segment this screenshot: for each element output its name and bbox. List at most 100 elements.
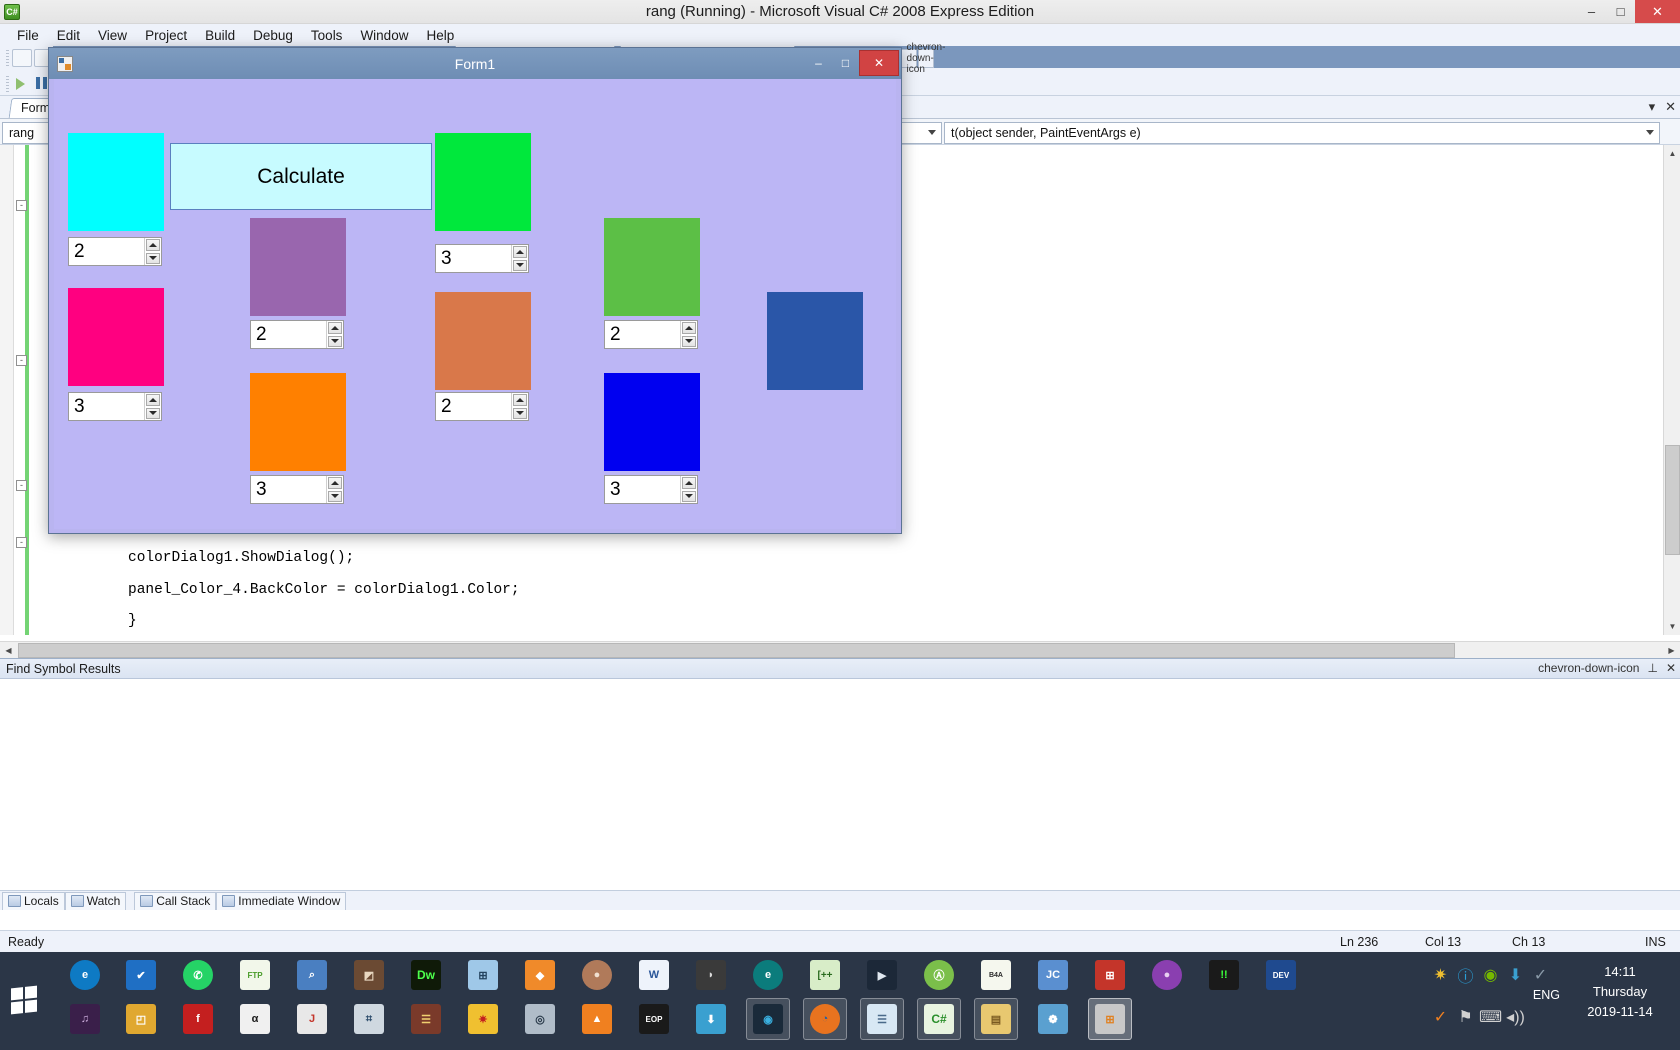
taskbar-android-studio[interactable]: Ⓐ xyxy=(920,956,958,994)
calculate-button[interactable]: Calculate xyxy=(170,143,432,210)
taskbar-cpp-editor[interactable]: [++ xyxy=(806,956,844,994)
taskbar-firefox[interactable]: ◔ xyxy=(803,998,847,1040)
taskbar-paint-app[interactable]: ❁ xyxy=(1034,1000,1072,1038)
taskbar-opera-mini[interactable]: ◗ xyxy=(692,956,730,994)
panel-purple[interactable] xyxy=(250,218,346,316)
taskbar-folder-stack[interactable]: ◰ xyxy=(122,1000,160,1038)
find-symbol-results-list[interactable] xyxy=(0,679,1680,911)
start-button[interactable] xyxy=(5,970,43,1030)
spinner-cyan-down-button[interactable] xyxy=(146,252,160,264)
spinner-magenta[interactable]: 3 xyxy=(68,392,162,421)
spinner-cyan-value[interactable]: 2 xyxy=(69,238,144,265)
tab-immediate-window[interactable]: Immediate Window xyxy=(216,891,347,910)
editor-vertical-scrollbar[interactable]: ▲ ▼ xyxy=(1663,145,1680,635)
spinner-lightgreen[interactable]: 2 xyxy=(604,320,698,349)
taskbar-dev-cpp[interactable]: DEV xyxy=(1262,956,1300,994)
menu-item-window[interactable]: Window xyxy=(351,26,417,45)
menu-item-debug[interactable]: Debug xyxy=(244,26,302,45)
taskbar-music-player[interactable]: ♫ xyxy=(66,1000,104,1038)
spinner-blue-up-button[interactable] xyxy=(682,477,696,489)
taskbar-java-app[interactable]: J xyxy=(293,1000,331,1038)
minimize-button[interactable]: – xyxy=(1577,0,1606,23)
outline-collapse-3[interactable]: - xyxy=(16,480,27,491)
taskbar-bluej[interactable]: ▶ xyxy=(863,956,901,994)
member-dropdown[interactable]: t(object sender, PaintEventArgs e) xyxy=(944,121,1660,144)
menu-item-view[interactable]: View xyxy=(89,26,136,45)
taskbar-edge-browser[interactable]: e xyxy=(749,956,787,994)
spinner-cyan[interactable]: 2 xyxy=(68,237,162,266)
taskbar-clock[interactable]: 14:11 Thursday 2019-11-14 xyxy=(1566,962,1674,1022)
editor-h-scroll-thumb[interactable] xyxy=(18,643,1455,658)
panel-navy[interactable] xyxy=(767,292,863,390)
taskbar-idm-downloader[interactable]: ⬇ xyxy=(692,1000,730,1038)
scroll-left-icon[interactable]: ◀ xyxy=(0,642,17,659)
toolbar-button-1[interactable] xyxy=(12,49,32,67)
taskbar-visual-csharp[interactable]: C# xyxy=(917,998,961,1040)
spinner-lightgreen-up-button[interactable] xyxy=(682,322,696,334)
taskbar-purple-orb[interactable]: ● xyxy=(1148,956,1186,994)
close-button[interactable]: ✕ xyxy=(1635,0,1680,23)
member-dropdown-chevron-down-icon[interactable] xyxy=(1646,130,1654,135)
spinner-magenta-down-button[interactable] xyxy=(146,407,160,419)
spinner-purple-value[interactable]: 2 xyxy=(251,321,326,348)
panel-pin-icon[interactable]: ⊥ xyxy=(1647,661,1657,675)
maximize-button[interactable]: □ xyxy=(1606,0,1635,23)
taskbar-dreamweaver[interactable]: Dw xyxy=(407,956,445,994)
spinner-purple[interactable]: 2 xyxy=(250,320,344,349)
idm-tray-icon[interactable]: ⬇ xyxy=(1507,966,1524,984)
type-dropdown-chevron-down-icon[interactable] xyxy=(928,130,936,135)
taskbar-internet-explorer[interactable]: e xyxy=(66,956,104,994)
taskbar-disc-burner[interactable]: ● xyxy=(578,956,616,994)
spinner-terracotta-up-button[interactable] xyxy=(513,394,527,406)
spinner-orange-value[interactable]: 3 xyxy=(251,476,326,503)
spinner-green[interactable]: 3 xyxy=(435,244,529,273)
editor-v-scroll-thumb[interactable] xyxy=(1665,445,1680,555)
taskbar-camera-app[interactable]: ◎ xyxy=(521,1000,559,1038)
editor-horizontal-scrollbar[interactable]: ◀ ▶ xyxy=(0,641,1680,659)
panel-cyan[interactable] xyxy=(68,133,164,231)
menu-item-project[interactable]: Project xyxy=(136,26,196,45)
scroll-up-icon[interactable]: ▲ xyxy=(1664,145,1680,162)
taskbar-paint-burst[interactable]: ✷ xyxy=(464,1000,502,1038)
tab-list-dropdown-icon[interactable]: ▾ xyxy=(1649,99,1656,115)
spinner-orange-up-button[interactable] xyxy=(328,477,342,489)
form1-close-button[interactable]: ✕ xyxy=(859,50,899,76)
menu-item-edit[interactable]: Edit xyxy=(48,26,89,45)
spinner-terracotta[interactable]: 2 xyxy=(435,392,529,421)
taskbar-calculator[interactable]: ⊞ xyxy=(464,956,502,994)
play-icon[interactable] xyxy=(16,78,25,90)
spinner-blue[interactable]: 3 xyxy=(604,475,698,504)
panel-blue[interactable] xyxy=(604,373,700,471)
menu-item-help[interactable]: Help xyxy=(417,26,463,45)
form1-minimize-button[interactable]: – xyxy=(805,50,832,76)
language-indicator[interactable]: ENG xyxy=(1533,988,1560,1002)
spinner-green-value[interactable]: 3 xyxy=(436,245,511,272)
taskbar-alpha-app[interactable]: α xyxy=(236,1000,274,1038)
taskbar-piano-app[interactable]: EOP xyxy=(635,1000,673,1038)
taskbar-3d-editor[interactable]: ◩ xyxy=(350,956,388,994)
spinner-magenta-up-button[interactable] xyxy=(146,394,160,406)
taskbar-vlc-player[interactable]: ▲ xyxy=(578,1000,616,1038)
outline-collapse-1[interactable]: - xyxy=(16,200,27,211)
tab-watch[interactable]: Watch xyxy=(64,891,127,910)
scroll-down-icon[interactable]: ▼ xyxy=(1664,618,1680,635)
scroll-right-icon[interactable]: ▶ xyxy=(1663,642,1680,659)
taskbar-notepad[interactable]: ☰ xyxy=(860,998,904,1040)
info-tray-icon[interactable]: ⓘ xyxy=(1457,966,1474,986)
taskbar-photo-viewer[interactable]: ⊞ xyxy=(1088,998,1132,1040)
taskbar-windows-tiles[interactable]: ⊞ xyxy=(1091,956,1129,994)
panel-lightgreen[interactable] xyxy=(604,218,700,316)
taskbar-todoist[interactable]: ✔ xyxy=(122,956,160,994)
taskbar-winrar[interactable]: ☰ xyxy=(407,1000,445,1038)
panel-orange[interactable] xyxy=(250,373,346,471)
spinner-green-up-button[interactable] xyxy=(513,246,527,258)
taskbar-screen-magnifier[interactable]: ⌕ xyxy=(293,956,331,994)
nvidia-tray-icon[interactable]: ◉ xyxy=(1482,966,1499,984)
form1-title-bar[interactable]: Form1 – □ ✕ xyxy=(49,48,901,79)
flag-error-icon[interactable]: ⚑ xyxy=(1457,1008,1474,1026)
spinner-lightgreen-value[interactable]: 2 xyxy=(605,321,680,348)
spinner-cyan-up-button[interactable] xyxy=(146,239,160,251)
menu-item-file[interactable]: File xyxy=(8,26,48,45)
taskbar-jcreator[interactable]: JC xyxy=(1034,956,1072,994)
spinner-purple-up-button[interactable] xyxy=(328,322,342,334)
